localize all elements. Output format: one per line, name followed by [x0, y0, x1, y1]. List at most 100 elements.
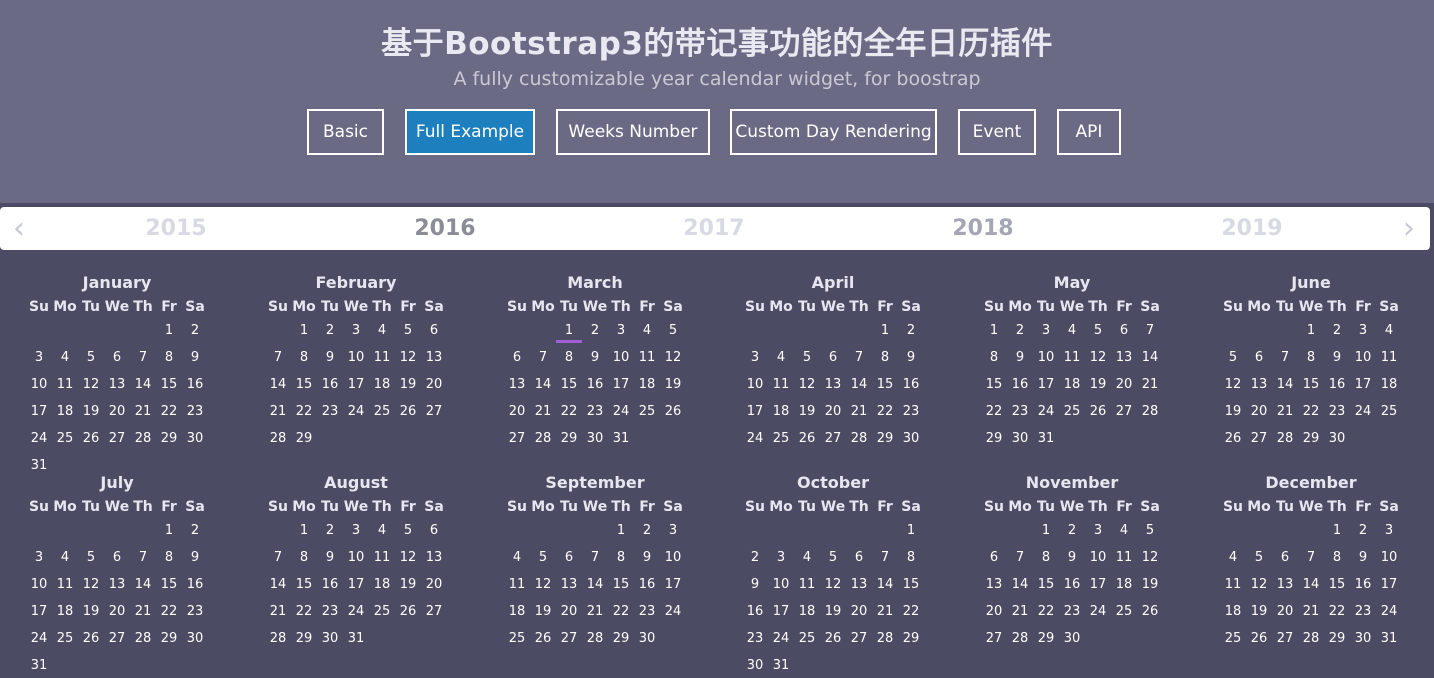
day-cell[interactable]: 8	[291, 346, 317, 370]
day-cell[interactable]: 20	[846, 600, 872, 624]
day-cell[interactable]: 21	[582, 600, 608, 624]
day-cell[interactable]: 12	[1220, 373, 1246, 397]
day-cell[interactable]: 24	[768, 627, 794, 651]
day-cell[interactable]: 14	[1298, 573, 1324, 597]
day-cell[interactable]: 9	[582, 346, 608, 370]
day-cell[interactable]: 13	[1246, 373, 1272, 397]
day-cell[interactable]: 24	[26, 427, 52, 451]
day-cell[interactable]: 12	[395, 346, 421, 370]
day-cell[interactable]: 1	[981, 319, 1007, 343]
day-cell[interactable]: 3	[608, 319, 634, 343]
day-cell[interactable]: 12	[530, 573, 556, 597]
day-cell[interactable]: 30	[1350, 627, 1376, 651]
day-cell[interactable]: 7	[530, 346, 556, 370]
day-cell[interactable]: 2	[182, 519, 208, 543]
day-cell[interactable]: 23	[1059, 600, 1085, 624]
day-cell[interactable]: 8	[1298, 346, 1324, 370]
tab-weeks-number[interactable]: Weeks Number	[556, 109, 710, 155]
day-cell[interactable]: 2	[742, 546, 768, 570]
day-cell[interactable]: 21	[130, 400, 156, 424]
year-2017[interactable]: 2017	[644, 207, 784, 250]
day-cell[interactable]: 14	[265, 373, 291, 397]
day-cell[interactable]: 27	[104, 427, 130, 451]
day-cell[interactable]: 19	[78, 400, 104, 424]
day-cell[interactable]: 18	[1220, 600, 1246, 624]
day-cell[interactable]: 4	[1220, 546, 1246, 570]
day-cell[interactable]: 8	[1033, 546, 1059, 570]
day-cell[interactable]: 30	[1059, 627, 1085, 651]
day-cell[interactable]: 13	[556, 573, 582, 597]
day-cell[interactable]: 14	[1007, 573, 1033, 597]
day-cell[interactable]: 17	[660, 573, 686, 597]
day-cell[interactable]: 17	[1376, 573, 1402, 597]
day-cell[interactable]: 25	[794, 627, 820, 651]
day-cell[interactable]: 26	[660, 400, 686, 424]
day-cell[interactable]: 4	[1111, 519, 1137, 543]
day-cell[interactable]: 21	[130, 600, 156, 624]
day-cell[interactable]: 5	[78, 346, 104, 370]
day-cell[interactable]: 5	[530, 546, 556, 570]
day-cell[interactable]: 11	[1220, 573, 1246, 597]
day-cell[interactable]: 22	[1324, 600, 1350, 624]
day-cell[interactable]: 30	[1007, 427, 1033, 451]
day-cell[interactable]: 12	[1246, 573, 1272, 597]
day-cell[interactable]: 21	[872, 600, 898, 624]
day-cell[interactable]: 15	[608, 573, 634, 597]
day-cell[interactable]: 16	[1059, 573, 1085, 597]
day-cell[interactable]: 9	[1324, 346, 1350, 370]
day-cell[interactable]: 10	[1085, 546, 1111, 570]
day-cell[interactable]: 1	[291, 519, 317, 543]
day-cell[interactable]: 27	[981, 627, 1007, 651]
day-cell[interactable]: 21	[530, 400, 556, 424]
day-cell[interactable]: 15	[291, 373, 317, 397]
day-cell[interactable]: 10	[608, 346, 634, 370]
day-cell[interactable]: 20	[421, 373, 447, 397]
day-cell[interactable]: 11	[369, 346, 395, 370]
tab-event[interactable]: Event	[958, 109, 1036, 155]
day-cell[interactable]: 6	[556, 546, 582, 570]
day-cell[interactable]: 17	[26, 400, 52, 424]
day-cell[interactable]: 10	[343, 546, 369, 570]
day-cell[interactable]: 21	[846, 400, 872, 424]
day-cell[interactable]: 11	[794, 573, 820, 597]
day-cell[interactable]: 4	[634, 319, 660, 343]
day-cell[interactable]: 3	[343, 519, 369, 543]
day-cell[interactable]: 21	[1298, 600, 1324, 624]
day-cell[interactable]: 8	[291, 546, 317, 570]
day-cell[interactable]: 20	[104, 600, 130, 624]
day-cell[interactable]: 29	[1033, 627, 1059, 651]
day-cell[interactable]: 12	[660, 346, 686, 370]
day-cell[interactable]: 26	[78, 427, 104, 451]
day-cell[interactable]: 15	[156, 573, 182, 597]
day-cell[interactable]: 3	[1085, 519, 1111, 543]
day-cell[interactable]: 18	[1059, 373, 1085, 397]
day-cell[interactable]: 30	[634, 627, 660, 651]
chevron-left-icon[interactable]: ‹	[2, 207, 36, 250]
day-cell[interactable]: 25	[1059, 400, 1085, 424]
day-cell[interactable]: 22	[291, 400, 317, 424]
day-cell[interactable]: 18	[794, 600, 820, 624]
day-cell[interactable]: 5	[820, 546, 846, 570]
day-cell[interactable]: 28	[130, 427, 156, 451]
day-cell[interactable]: 23	[634, 600, 660, 624]
day-cell[interactable]: 17	[26, 600, 52, 624]
day-cell[interactable]: 10	[1350, 346, 1376, 370]
day-cell[interactable]: 28	[846, 427, 872, 451]
day-cell[interactable]: 11	[1111, 546, 1137, 570]
day-cell[interactable]: 13	[1272, 573, 1298, 597]
day-cell[interactable]: 4	[768, 346, 794, 370]
day-cell[interactable]: 17	[343, 573, 369, 597]
day-cell[interactable]: 29	[898, 627, 924, 651]
day-cell[interactable]: 12	[794, 373, 820, 397]
day-cell[interactable]: 24	[742, 427, 768, 451]
day-cell[interactable]: 10	[26, 373, 52, 397]
day-cell[interactable]: 23	[182, 400, 208, 424]
day-cell[interactable]: 29	[156, 427, 182, 451]
day-cell[interactable]: 3	[768, 546, 794, 570]
day-cell[interactable]: 27	[556, 627, 582, 651]
day-cell[interactable]: 26	[1137, 600, 1163, 624]
day-cell[interactable]: 1	[608, 519, 634, 543]
day-cell[interactable]: 28	[582, 627, 608, 651]
day-cell[interactable]: 21	[265, 400, 291, 424]
day-cell[interactable]: 18	[52, 400, 78, 424]
